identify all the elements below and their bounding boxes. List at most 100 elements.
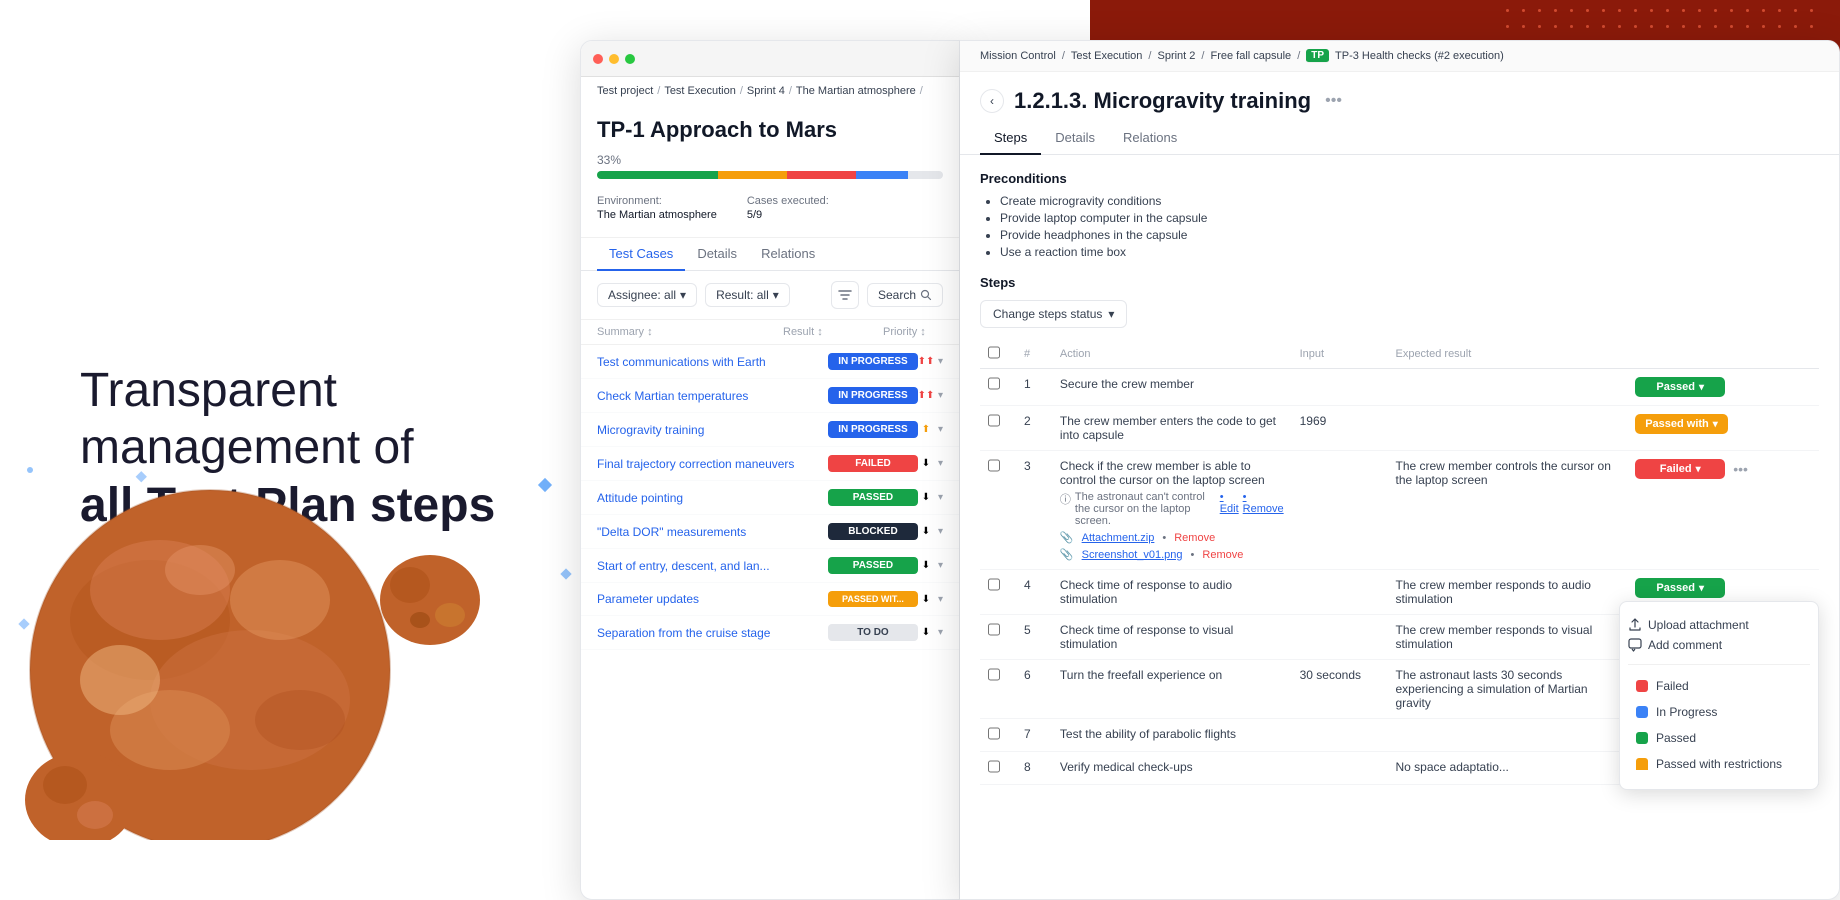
- expand-icon-2[interactable]: ▾: [938, 424, 943, 435]
- case-row[interactable]: Parameter updates PASSED WIT... ⬇ ▾: [581, 583, 959, 616]
- remove-attachment[interactable]: Remove: [1202, 549, 1243, 561]
- bc-test-execution[interactable]: Test Execution: [664, 85, 736, 97]
- step-checkbox-1: [980, 406, 1016, 451]
- progress-pct: 33%: [597, 153, 943, 167]
- bc-test-exec[interactable]: Test Execution: [1071, 50, 1143, 62]
- detail-tab-relations[interactable]: Relations: [1109, 122, 1191, 155]
- progress-seg-red: [787, 171, 856, 179]
- tab-test-cases[interactable]: Test Cases: [597, 238, 685, 271]
- dropdown-in-progress[interactable]: In Progress: [1628, 699, 1810, 725]
- step-checkbox-input-3[interactable]: [988, 578, 1000, 591]
- case-name-1[interactable]: Check Martian temperatures: [597, 389, 828, 403]
- case-row[interactable]: "Delta DOR" measurements BLOCKED ⬇ ▾: [581, 515, 959, 549]
- expand-icon-7[interactable]: ▾: [938, 594, 943, 605]
- preconditions-title: Preconditions: [980, 171, 1819, 186]
- detail-tab-steps[interactable]: Steps: [980, 122, 1041, 155]
- col-headers: Summary ↕ Result ↕ Priority ↕: [581, 320, 959, 345]
- case-name-6[interactable]: Start of entry, descent, and lan...: [597, 559, 828, 573]
- add-comment-link[interactable]: Add comment: [1628, 638, 1810, 652]
- expand-icon-4[interactable]: ▾: [938, 492, 943, 503]
- change-status-btn[interactable]: Change steps status ▾: [980, 300, 1127, 328]
- bc-sprint2[interactable]: Sprint 2: [1157, 50, 1195, 62]
- case-name-2[interactable]: Microgravity training: [597, 423, 828, 437]
- chrome-maximize[interactable]: [625, 54, 635, 64]
- upload-icon: [1628, 618, 1642, 632]
- detail-tab-details[interactable]: Details: [1041, 122, 1109, 155]
- dropdown-passed[interactable]: Passed: [1628, 725, 1810, 751]
- step-status-btn-0[interactable]: Passed ▾: [1635, 377, 1725, 397]
- step-input-1: 1969: [1292, 406, 1388, 451]
- chrome-close[interactable]: [593, 54, 603, 64]
- step-checkbox-input-2[interactable]: [988, 459, 1000, 472]
- remove-attachment[interactable]: Remove: [1174, 532, 1215, 544]
- case-name-3[interactable]: Final trajectory correction maneuvers: [597, 457, 828, 471]
- step-checkbox-0: [980, 369, 1016, 406]
- dropdown-passed-restrictions[interactable]: Passed with restrictions: [1628, 751, 1810, 777]
- step-status-btn-3[interactable]: Passed ▾: [1635, 578, 1725, 598]
- case-row[interactable]: Attitude pointing PASSED ⬇ ▾: [581, 481, 959, 515]
- in-progress-color-dot: [1636, 706, 1648, 718]
- result-filter[interactable]: Result: all ▾: [705, 283, 790, 307]
- expand-icon-5[interactable]: ▾: [938, 526, 943, 537]
- step-status-btn-1[interactable]: Passed with ▾: [1635, 414, 1728, 434]
- bc-tp3[interactable]: TP-3 Health checks (#2 execution): [1335, 50, 1504, 62]
- status-badge-0: IN PROGRESS: [828, 353, 918, 370]
- step-num-2: 3: [1016, 451, 1052, 570]
- dropdown-passed-label: Passed: [1656, 731, 1696, 745]
- step-expected-3: The crew member responds to audio stimul…: [1387, 570, 1627, 615]
- step-action-7: Verify medical check-ups: [1052, 752, 1292, 785]
- step-checkbox-input-0[interactable]: [988, 377, 1000, 390]
- more-options-btn[interactable]: •••: [1321, 90, 1346, 112]
- expand-icon-8[interactable]: ▾: [938, 627, 943, 638]
- step-checkbox-7: [980, 752, 1016, 785]
- bc-test-project[interactable]: Test project: [597, 85, 653, 97]
- status-dropdown-popup[interactable]: Upload attachment Add comment Failed In …: [1619, 601, 1819, 790]
- priority-icon-6: ⬇: [918, 558, 934, 574]
- note-link-edit[interactable]: • Edit: [1220, 491, 1239, 515]
- case-name-5[interactable]: "Delta DOR" measurements: [597, 525, 828, 539]
- case-row[interactable]: Test communications with Earth IN PROGRE…: [581, 345, 959, 379]
- case-name-0[interactable]: Test communications with Earth: [597, 355, 828, 369]
- step-status-btn-2[interactable]: Failed ▾: [1635, 459, 1725, 479]
- step-checkbox-input-1[interactable]: [988, 414, 1000, 427]
- bc-freefall[interactable]: Free fall capsule: [1210, 50, 1291, 62]
- step-checkbox-input-6[interactable]: [988, 727, 1000, 740]
- tab-details[interactable]: Details: [685, 238, 749, 271]
- expand-icon-3[interactable]: ▾: [938, 458, 943, 469]
- bc-sprint4[interactable]: Sprint 4: [747, 85, 785, 97]
- upload-attachment-link[interactable]: Upload attachment: [1628, 618, 1810, 632]
- case-name-4[interactable]: Attitude pointing: [597, 491, 828, 505]
- expand-icon-6[interactable]: ▾: [938, 560, 943, 571]
- bc-martian[interactable]: The Martian atmosphere: [796, 85, 916, 97]
- dropdown-failed[interactable]: Failed: [1628, 673, 1810, 699]
- expand-icon-1[interactable]: ▾: [938, 390, 943, 401]
- priority-icon-7: ⬇: [918, 591, 934, 607]
- step-checkbox-input-7[interactable]: [988, 760, 1000, 773]
- case-row[interactable]: Microgravity training IN PROGRESS ⬆ ▾: [581, 413, 959, 447]
- case-row[interactable]: Final trajectory correction maneuvers FA…: [581, 447, 959, 481]
- priority-icon-5: ⬇: [918, 524, 934, 540]
- attachment-row: 📎 Screenshot_v01.png • Remove: [1060, 548, 1284, 561]
- filter-icon-btn[interactable]: [831, 281, 859, 309]
- case-row[interactable]: Separation from the cruise stage TO DO ⬇…: [581, 616, 959, 650]
- bc-mission-control[interactable]: Mission Control: [980, 50, 1056, 62]
- chrome-minimize[interactable]: [609, 54, 619, 64]
- case-row[interactable]: Start of entry, descent, and lan... PASS…: [581, 549, 959, 583]
- tab-relations[interactable]: Relations: [749, 238, 827, 271]
- assignee-filter[interactable]: Assignee: all ▾: [597, 283, 697, 307]
- step-checkbox-input-4[interactable]: [988, 623, 1000, 636]
- step-checkbox-input-5[interactable]: [988, 668, 1000, 681]
- attachment-link[interactable]: Attachment.zip: [1082, 532, 1155, 544]
- case-name-8[interactable]: Separation from the cruise stage: [597, 626, 828, 640]
- case-name-7[interactable]: Parameter updates: [597, 592, 828, 606]
- col-header-hash: #: [1016, 340, 1052, 369]
- note-link-remove[interactable]: • Remove: [1243, 491, 1284, 515]
- search-btn[interactable]: Search: [867, 283, 943, 307]
- preconditions-section: Preconditions Create microgravity condit…: [980, 171, 1819, 259]
- attachment-link[interactable]: Screenshot_v01.png: [1082, 549, 1183, 561]
- select-all-checkbox[interactable]: [988, 346, 1000, 359]
- case-row[interactable]: Check Martian temperatures IN PROGRESS ⬆…: [581, 379, 959, 413]
- expand-icon-0[interactable]: ▾: [938, 356, 943, 367]
- step-more-btn-2[interactable]: •••: [1729, 459, 1752, 479]
- back-button[interactable]: ‹: [980, 89, 1004, 113]
